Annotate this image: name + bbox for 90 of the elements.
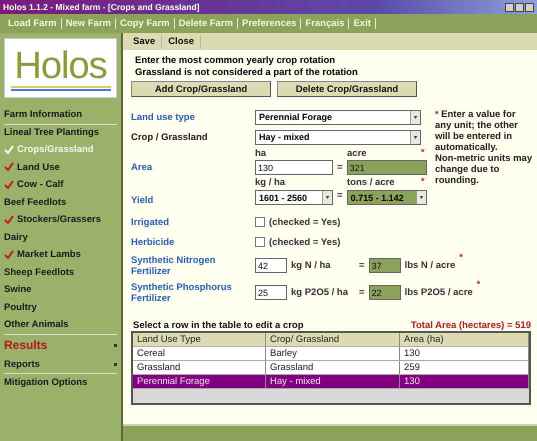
table-row[interactable]: Grassland Grassland 259	[133, 361, 529, 375]
column-header[interactable]: Area (ha)	[400, 333, 529, 346]
table-cell: 130	[400, 375, 529, 388]
unit-label: kg / ha	[255, 176, 286, 188]
dropdown[interactable]: Perennial Forage	[255, 110, 421, 124]
action-button[interactable]: Delete Crop/Grassland	[277, 81, 417, 97]
sidebar-item[interactable]: Market Lambs	[4, 246, 117, 264]
note-text: * Enter a value for any unit; the other will be entered in automatically.	[435, 109, 519, 153]
sidebar-item[interactable]: Lineal Tree Plantings	[4, 124, 117, 141]
required-mark: *	[435, 109, 439, 119]
checkbox[interactable]	[255, 237, 265, 247]
toolbar-button[interactable]: Close	[162, 34, 202, 48]
required-mark: *	[476, 279, 480, 289]
equals-sign: =	[337, 162, 343, 173]
checkbox-hint: (checked = Yes)	[269, 236, 340, 248]
dropdown-caret-icon	[416, 191, 426, 204]
equals-sign: =	[359, 260, 365, 271]
required-mark: *	[459, 252, 463, 262]
checkbox[interactable]	[255, 217, 265, 227]
field-label: Synthetic Phosphorus Fertilizer	[131, 282, 233, 304]
total-area: Total Area (hectares) = 519	[410, 320, 531, 331]
table-cell: 259	[400, 361, 529, 374]
input-field[interactable]: 25	[255, 285, 287, 300]
unit-label: lbs P2O5 / acre	[404, 287, 473, 298]
window-title: Holos 1.1.2 - Mixed farm - [Crops and Grassland]	[3, 2, 200, 12]
sidebar-item[interactable]: Sheep Feedlots	[4, 264, 117, 281]
unit-label: lbs N / acre	[404, 260, 456, 271]
unit-label: kg N / ha	[291, 260, 332, 271]
logo-underline-icon	[10, 86, 110, 90]
unit-label: ha	[255, 148, 268, 158]
field-label: Herbicide	[131, 236, 176, 248]
table-row[interactable]: Perennial Forage Hay - mixed 130	[133, 375, 529, 389]
sidebar-item[interactable]: Reports	[4, 356, 117, 373]
instruction-text: Grassland is not considered a part of the rotation	[134, 67, 359, 79]
table-cell: Perennial Forage	[133, 375, 266, 388]
unit-label: kg P2O5 / ha	[291, 287, 350, 298]
sidebar-item[interactable]: Land Use	[4, 158, 117, 176]
sidebar-item[interactable]: Stockers/Grassers	[4, 211, 117, 228]
equals-sign: =	[337, 190, 343, 201]
table-cell: Barley	[266, 347, 400, 360]
input-field[interactable]: 42	[255, 258, 287, 273]
table-row[interactable]: Cereal Barley 130	[133, 347, 529, 361]
field-label: Area	[131, 162, 154, 173]
dropdown[interactable]: 0.715 - 1.142	[346, 190, 427, 205]
input-field[interactable]: 321	[346, 160, 427, 175]
dropdown-caret-icon	[322, 191, 332, 204]
field-label: Land use type	[131, 112, 196, 122]
table-caption: Select a row in the table to edit a crop	[133, 320, 304, 331]
field-label: Crop / Grassland	[131, 132, 209, 142]
logo-text: Holos	[14, 46, 107, 86]
unit-label: acre	[347, 148, 368, 158]
input-field[interactable]: 130	[255, 160, 333, 175]
table-cell: Grassland	[133, 361, 266, 374]
checkmark-icon	[4, 144, 14, 155]
checkmark-icon	[4, 162, 14, 172]
table-cell: Hay - mixed	[266, 375, 400, 388]
input-field[interactable]: 22	[368, 285, 401, 300]
table-cell: Cereal	[133, 347, 266, 360]
required-mark: *	[421, 176, 425, 186]
toolbar-button[interactable]: Save	[127, 34, 162, 48]
checkmark-icon	[4, 250, 14, 260]
checkmark-icon	[4, 180, 14, 190]
dropdown[interactable]: Hay - mixed	[255, 130, 421, 144]
sidebar-item[interactable]: Mitigation Options	[4, 373, 117, 390]
sidebar-item[interactable]: Farm Information	[4, 106, 117, 124]
checkbox-hint: (checked = Yes)	[269, 216, 340, 228]
sidebar-item[interactable]: Swine	[4, 281, 117, 298]
instruction-text: Enter the most common yearly crop rotation	[134, 55, 336, 67]
sidebar-item[interactable]: Other Animals	[4, 316, 117, 334]
action-button[interactable]: Add Crop/Grassland	[131, 81, 271, 97]
column-header[interactable]: Crop/ Grassland	[266, 333, 400, 346]
column-header[interactable]: Land Use Type	[133, 333, 266, 346]
dropdown[interactable]: 1601 - 2560	[255, 190, 333, 205]
field-label: Synthetic Nitrogen Fertilizer	[131, 254, 216, 276]
sidebar-item[interactable]: Poultry	[4, 298, 117, 316]
equals-sign: =	[359, 287, 365, 298]
sidebar-item[interactable]: Beef Feedlots	[4, 194, 117, 211]
field-label: Irrigated	[131, 216, 170, 228]
field-label: Yield	[131, 194, 154, 206]
sidebar-item[interactable]: Cow - Calf	[4, 176, 117, 194]
table-cell: 130	[400, 347, 529, 360]
sidebar-item[interactable]: Dairy	[4, 228, 117, 246]
required-mark: *	[421, 147, 425, 157]
dropdown-caret-icon	[410, 130, 420, 144]
dropdown-caret-icon	[410, 110, 420, 124]
checkmark-icon	[4, 214, 14, 225]
input-field[interactable]: 37	[368, 258, 401, 273]
note-text: Non-metric units may change due to rounding.	[435, 153, 533, 186]
table-cell: Grassland	[266, 361, 400, 374]
unit-label: tons / acre	[347, 176, 396, 188]
